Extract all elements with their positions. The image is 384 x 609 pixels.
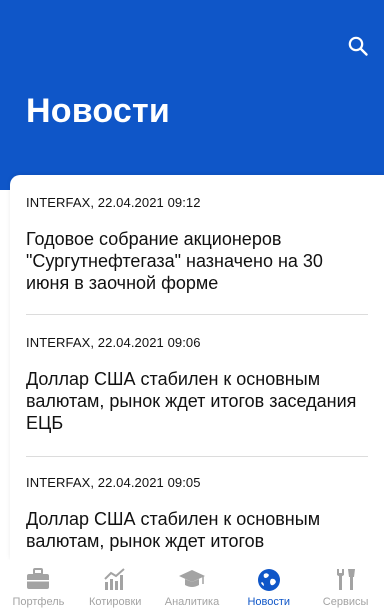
tab-services[interactable]: Сервисы [307,560,384,609]
page-title: Новости [26,92,170,130]
tools-icon [336,569,355,590]
tab-analytics[interactable]: Аналитика [154,560,231,609]
tab-label: Портфель [12,596,65,608]
news-headline: Годовое собрание акционеров "Сургутнефте… [26,229,323,293]
news-item[interactable]: INTERFAX, 22.04.2021 09:12 Годовое собра… [26,195,368,294]
tab-label: Сервисы [322,596,369,608]
divider [26,314,368,315]
tab-quotes[interactable]: Котировки [77,560,154,609]
news-item[interactable]: INTERFAX, 22.04.2021 09:06 Доллар США ст… [26,335,368,434]
news-list: INTERFAX, 22.04.2021 09:12 Годовое собра… [10,175,384,560]
graduation-cap-icon [178,570,205,587]
news-meta: INTERFAX, 22.04.2021 09:05 [26,475,201,490]
tab-label: Новости [247,596,291,608]
news-meta: INTERFAX, 22.04.2021 09:06 [26,335,201,350]
globe-icon [257,569,280,591]
chart-icon [104,568,125,590]
news-headline: Доллар США стабилен к основным валютам, … [26,369,357,433]
briefcase-icon [27,568,50,589]
divider [26,456,368,457]
tab-label: Котировки [88,596,142,608]
app-header: Новости [0,0,384,190]
search-icon[interactable] [346,34,370,58]
news-headline: Доллар США стабилен к основным валютам, … [26,509,321,551]
bottom-tab-bar: Портфель Котировки Аналитика Новости Сер… [0,560,384,609]
tab-news[interactable]: Новости [230,560,307,609]
tab-label: Аналитика [164,596,220,608]
tab-portfolio[interactable]: Портфель [0,560,77,609]
news-meta: INTERFAX, 22.04.2021 09:12 [26,195,201,210]
news-item[interactable]: INTERFAX, 22.04.2021 09:05 Доллар США ст… [26,475,368,552]
